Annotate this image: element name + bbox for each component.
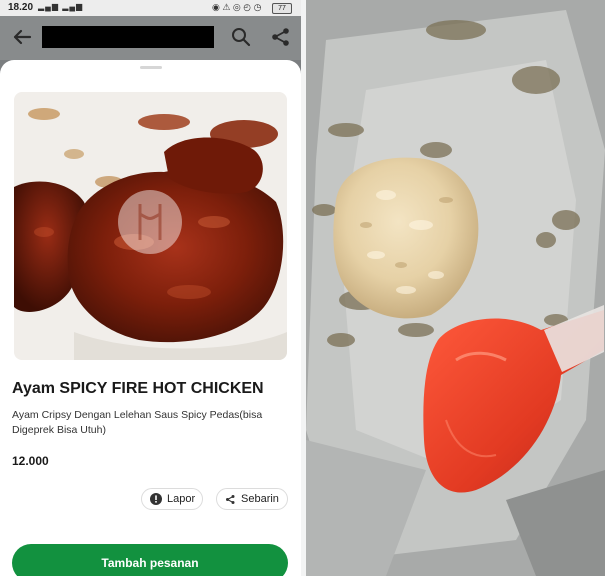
add-order-button[interactable]: Tambah pesanan — [12, 544, 288, 576]
status-bar: 18.20 ▂▄▆ ▂▄▆ ◉ ⚠ ◎ ◴ ◷ 77 — [0, 0, 301, 16]
product-image — [14, 92, 287, 360]
redacted-store-name — [42, 26, 214, 48]
notification-icons: ◉ ⚠ ◎ ◴ ◷ — [212, 2, 262, 12]
arrow-left-icon[interactable] — [10, 25, 34, 49]
delivered-food-photo — [306, 0, 605, 576]
status-time: 18.20 — [8, 2, 34, 13]
sheet-drag-handle[interactable] — [140, 66, 162, 69]
info-icon — [150, 493, 162, 505]
share-icon — [225, 494, 236, 505]
search-icon[interactable] — [230, 26, 252, 48]
app-bar — [0, 16, 301, 60]
product-title: Ayam SPICY FIRE HOT CHICKEN — [12, 380, 264, 397]
app-screenshot-panel: 18.20 ▂▄▆ ▂▄▆ ◉ ⚠ ◎ ◴ ◷ 77 Ayam SPICY FI… — [0, 0, 301, 576]
product-price: 12.000 — [12, 454, 49, 468]
battery-icon: 77 — [272, 3, 292, 14]
product-detail-sheet: Ayam SPICY FIRE HOT CHICKEN Ayam Cripsy … — [0, 60, 301, 576]
product-description: Ayam Cripsy Dengan Lelehan Saus Spicy Pe… — [12, 409, 263, 436]
share-button[interactable]: Sebarin — [216, 488, 288, 510]
share-label: Sebarin — [241, 493, 279, 505]
share-icon[interactable] — [270, 26, 292, 48]
report-label: Lapor — [167, 493, 196, 505]
report-button[interactable]: Lapor — [141, 488, 203, 510]
signal-icon: ▂▄▆ ▂▄▆ — [38, 2, 84, 11]
